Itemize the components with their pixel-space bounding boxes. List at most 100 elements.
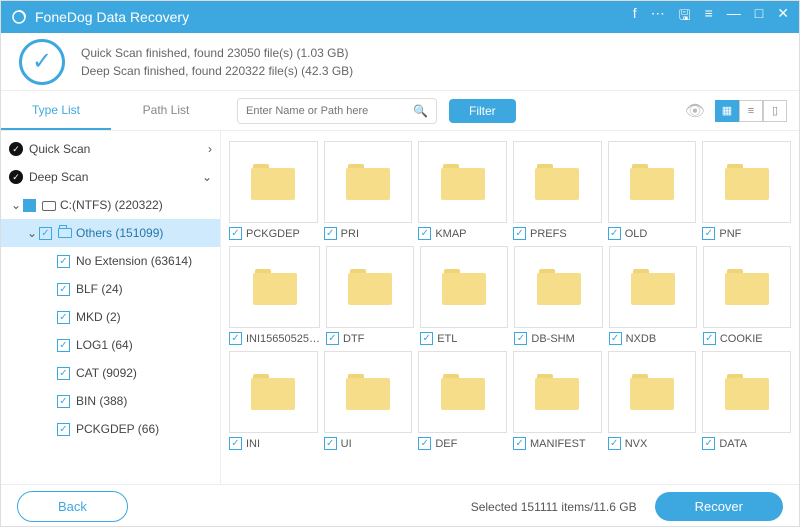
folder-thumb[interactable] (420, 246, 508, 328)
save-icon[interactable]: 🖫 (679, 5, 691, 29)
grid-cell[interactable]: ✓UI (324, 351, 413, 450)
checkbox-checked-icon[interactable] (23, 199, 36, 212)
grid-cell[interactable]: ✓OLD (608, 141, 697, 240)
tab-type-list[interactable]: Type List (1, 92, 111, 130)
search-input[interactable] (246, 105, 413, 117)
folder-thumb[interactable] (326, 246, 414, 328)
checkbox-checked-icon[interactable]: ✓ (57, 339, 70, 352)
grid-cell[interactable]: ✓PRI (324, 141, 413, 240)
search-icon[interactable]: 🔍 (413, 104, 428, 118)
folder-thumb[interactable] (324, 141, 413, 223)
folder-thumb[interactable] (703, 246, 791, 328)
folder-thumb[interactable] (418, 351, 507, 433)
folder-thumb[interactable] (514, 246, 602, 328)
checkbox-checked-icon[interactable]: ✓ (609, 332, 622, 345)
search-box[interactable]: 🔍 (237, 98, 437, 124)
checkbox-checked-icon[interactable]: ✓ (324, 437, 337, 450)
folder-thumb[interactable] (702, 141, 791, 223)
checkbox-checked-icon[interactable]: ✓ (703, 332, 716, 345)
checkbox-checked-icon[interactable]: ✓ (57, 255, 70, 268)
checkbox-checked-icon[interactable]: ✓ (608, 227, 621, 240)
tree-item[interactable]: ✓MKD (2) (1, 303, 220, 331)
back-button[interactable]: Back (17, 491, 128, 522)
maximize-icon[interactable]: □ (755, 5, 763, 29)
folder-thumb[interactable] (513, 351, 602, 433)
tree-item[interactable]: ✓PCKGDEP (66) (1, 415, 220, 443)
grid-cell[interactable]: ✓INI (229, 351, 318, 450)
tree-item[interactable]: ✓CAT (9092) (1, 359, 220, 387)
grid-cell[interactable]: ✓DEF (418, 351, 507, 450)
folder-thumb[interactable] (702, 351, 791, 433)
tree-drive[interactable]: ⌄ C:(NTFS) (220322) (1, 191, 220, 219)
checkbox-checked-icon[interactable]: ✓ (57, 367, 70, 380)
tree-item[interactable]: ✓BIN (388) (1, 387, 220, 415)
close-icon[interactable]: ✕ (777, 5, 789, 29)
grid-cell[interactable]: ✓ COOKIE (703, 246, 791, 345)
menu-icon[interactable]: ≡ (705, 5, 713, 29)
checkbox-checked-icon[interactable]: ✓ (229, 227, 242, 240)
folder-thumb[interactable] (609, 246, 697, 328)
filter-button[interactable]: Filter (449, 99, 516, 123)
grid-cell[interactable]: ✓DATA (702, 351, 791, 450)
caret-down-icon[interactable]: ⌄ (9, 198, 23, 212)
file-grid[interactable]: ✓PCKGDEP✓PRI✓KMAP✓PREFS✓OLD✓PNF ✓INI15650… (221, 131, 799, 484)
folder-thumb[interactable] (608, 141, 697, 223)
checkbox-checked-icon[interactable]: ✓ (324, 227, 337, 240)
folder-thumb[interactable] (513, 141, 602, 223)
checkbox-checked-icon[interactable]: ✓ (608, 437, 621, 450)
checkbox-checked-icon[interactable]: ✓ (57, 423, 70, 436)
caret-down-icon[interactable]: ⌄ (25, 226, 39, 240)
tree-others[interactable]: ⌄ ✓ Others (151099) (1, 219, 220, 247)
folder-thumb[interactable] (229, 246, 320, 328)
chevron-down-icon[interactable]: ⌄ (202, 170, 212, 184)
grid-cell[interactable]: ✓NXDB (609, 246, 697, 345)
grid-cell[interactable]: ✓DB-SHM (514, 246, 602, 345)
grid-cell[interactable]: ✓INI1565052569 (229, 246, 320, 345)
checkbox-checked-icon[interactable]: ✓ (513, 227, 526, 240)
checkbox-checked-icon[interactable]: ✓ (39, 227, 52, 240)
checkbox-checked-icon[interactable]: ✓ (57, 395, 70, 408)
tab-path-list[interactable]: Path List (111, 92, 221, 130)
chevron-right-icon[interactable]: › (208, 142, 212, 156)
folder-thumb[interactable] (324, 351, 413, 433)
checkbox-checked-icon[interactable]: ✓ (702, 437, 715, 450)
grid-cell[interactable]: ✓KMAP (418, 141, 507, 240)
checkbox-checked-icon[interactable]: ✓ (514, 332, 527, 345)
checkbox-checked-icon[interactable]: ✓ (57, 311, 70, 324)
grid-cell[interactable]: ✓MANIFEST (513, 351, 602, 450)
checkbox-checked-icon[interactable]: ✓ (513, 437, 526, 450)
checkbox-checked-icon[interactable]: ✓ (326, 332, 339, 345)
tree-quick-scan[interactable]: ✓ Quick Scan › (1, 135, 220, 163)
folder-thumb[interactable] (418, 141, 507, 223)
checkbox-checked-icon[interactable]: ✓ (702, 227, 715, 240)
feedback-icon[interactable]: ⋯ (651, 5, 665, 29)
preview-toggle-icon[interactable]: 👁 (685, 101, 705, 121)
view-list-icon[interactable]: ≡ (739, 100, 763, 122)
folder-thumb[interactable] (229, 141, 318, 223)
tree-item[interactable]: ✓LOG1 (64) (1, 331, 220, 359)
checkbox-checked-icon[interactable]: ✓ (418, 227, 431, 240)
grid-cell[interactable]: ✓PREFS (513, 141, 602, 240)
grid-cell[interactable]: ✓NVX (608, 351, 697, 450)
facebook-icon[interactable]: f (633, 5, 637, 29)
minimize-icon[interactable]: — (727, 5, 741, 29)
view-detail-icon[interactable]: ▯ (763, 100, 787, 122)
sidebar-tree[interactable]: ✓ Quick Scan › ✓ Deep Scan ⌄ ⌄ C:(NTFS) … (1, 131, 221, 484)
tree-item[interactable]: ✓No Extension (63614) (1, 247, 220, 275)
folder-thumb[interactable] (608, 351, 697, 433)
recover-button[interactable]: Recover (655, 492, 783, 521)
view-grid-icon[interactable]: ▦ (715, 100, 739, 122)
tree-deep-scan[interactable]: ✓ Deep Scan ⌄ (1, 163, 220, 191)
checkbox-checked-icon[interactable]: ✓ (418, 437, 431, 450)
checkbox-checked-icon[interactable]: ✓ (229, 437, 242, 450)
folder-thumb[interactable] (229, 351, 318, 433)
grid-cell[interactable]: ✓DTF (326, 246, 414, 345)
checkbox-checked-icon[interactable]: ✓ (420, 332, 433, 345)
checkbox-checked-icon[interactable]: ✓ (57, 283, 70, 296)
file-name: COOKIE (720, 333, 763, 345)
grid-cell[interactable]: ✓PCKGDEP (229, 141, 318, 240)
tree-item[interactable]: ✓BLF (24) (1, 275, 220, 303)
grid-cell[interactable]: ✓PNF (702, 141, 791, 240)
grid-cell[interactable]: ✓ETL (420, 246, 508, 345)
checkbox-checked-icon[interactable]: ✓ (229, 332, 242, 345)
